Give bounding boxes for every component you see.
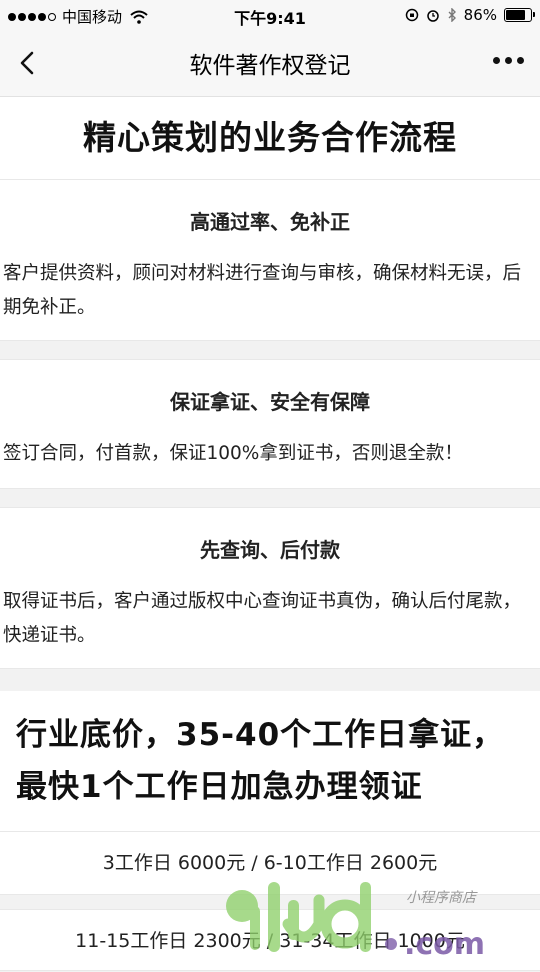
status-bar: 中国移动 下午9:41 86% xyxy=(0,0,540,30)
battery-icon xyxy=(504,8,535,22)
process-card: 先查询、后付款 取得证书后，客户通过版权中心查询证书真伪，确认后付尾款，快递证书… xyxy=(0,507,540,669)
pricing-heading: 行业底价，35-40个工作日拿证，最快1个工作日加急办理领证 xyxy=(0,691,540,831)
card-title: 先查询、后付款 xyxy=(200,538,340,562)
card-text: 取得证书后，客户通过版权中心查询证书真伪，确认后付尾款，快递证书。 xyxy=(3,591,522,646)
price-row: 11-15工作日 2300元 / 31-34工作日 1000元 xyxy=(0,909,540,971)
process-heading: 精心策划的业务合作流程 xyxy=(0,97,540,179)
card-title: 保证拿证、安全有保障 xyxy=(170,390,370,414)
nav-bar: 软件著作权登记 xyxy=(0,30,540,97)
more-dots-icon[interactable] xyxy=(493,57,524,64)
price-row: 3工作日 6000元 / 6-10工作日 2600元 xyxy=(0,831,540,895)
page-title: 软件著作权登记 xyxy=(189,53,351,79)
battery-percent: 86% xyxy=(463,6,497,24)
card-title: 高通过率、免补正 xyxy=(190,210,350,234)
status-right: 86% xyxy=(405,6,535,24)
card-text: 签订合同，付首款，保证100%拿到证书，否则退全款！ xyxy=(3,443,463,464)
rotation-lock-icon xyxy=(405,8,418,22)
main-content: 精心策划的业务合作流程 高通过率、免补正 客户提供资料，顾问对材料进行查询与审核… xyxy=(0,97,540,971)
battery-level xyxy=(506,10,525,20)
bluetooth-icon xyxy=(448,8,456,22)
process-card: 保证拿证、安全有保障 签订合同，付首款，保证100%拿到证书，否则退全款！ xyxy=(0,359,540,489)
process-card: 高通过率、免补正 客户提供资料，顾问对材料进行查询与审核，确保材料无误，后期免补… xyxy=(0,179,540,341)
card-text: 客户提供资料，顾问对材料进行查询与审核，确保材料无误，后期免补正。 xyxy=(3,263,522,318)
alarm-icon xyxy=(426,10,439,22)
